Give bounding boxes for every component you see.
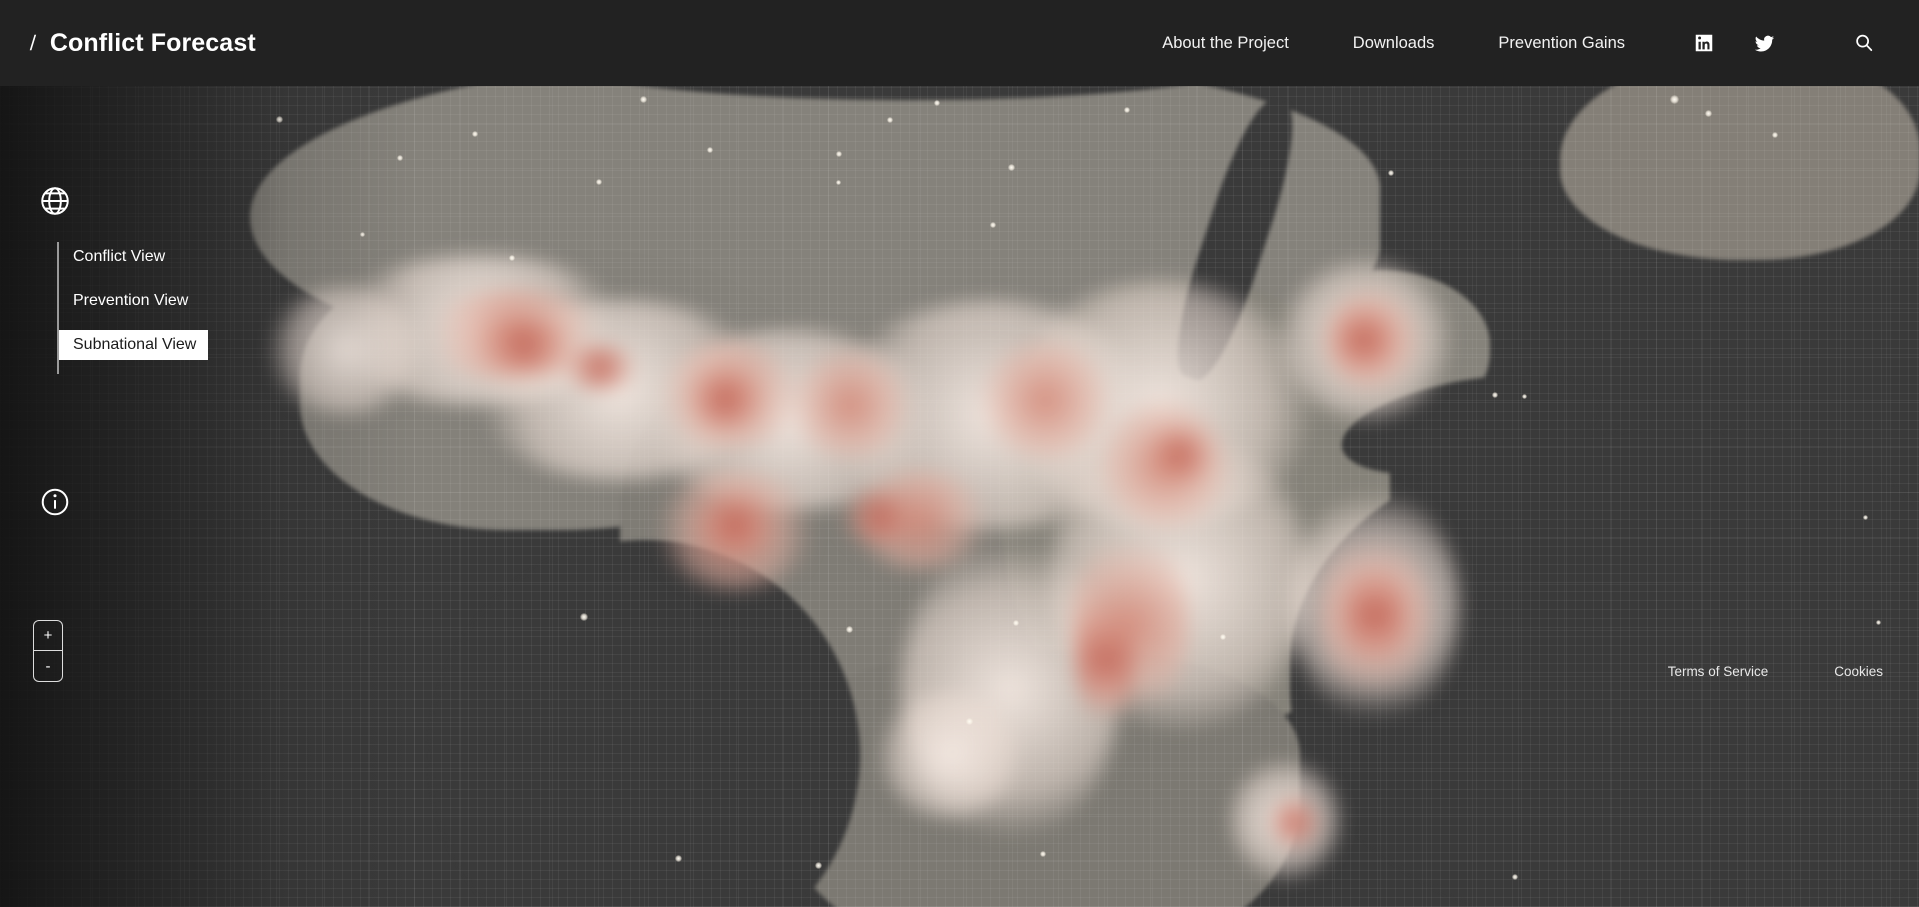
nav-downloads[interactable]: Downloads bbox=[1353, 26, 1435, 61]
logo-slash-icon: / bbox=[29, 31, 37, 55]
main-navigation: About the Project Downloads Prevention G… bbox=[1162, 26, 1919, 61]
map-zoom-controls: + - bbox=[33, 620, 63, 682]
site-header: / Conflict Forecast About the Project Do… bbox=[0, 0, 1919, 86]
zoom-out-button[interactable]: - bbox=[34, 651, 62, 681]
search-icon[interactable] bbox=[1847, 26, 1881, 60]
view-selector: Conflict View Prevention View Subnationa… bbox=[57, 242, 209, 374]
twitter-icon[interactable] bbox=[1749, 28, 1779, 58]
cookies-link[interactable]: Cookies bbox=[1834, 664, 1883, 679]
app-root: / Conflict Forecast About the Project Do… bbox=[0, 0, 1919, 907]
nav-about-the-project[interactable]: About the Project bbox=[1162, 26, 1289, 61]
sidebar-item-prevention-view[interactable]: Prevention View bbox=[59, 286, 200, 316]
sidebar-item-conflict-view[interactable]: Conflict View bbox=[59, 242, 177, 272]
globe-icon[interactable] bbox=[38, 184, 72, 218]
terms-of-service-link[interactable]: Terms of Service bbox=[1668, 664, 1769, 679]
linkedin-icon[interactable] bbox=[1689, 28, 1719, 58]
sidebar-item-subnational-view[interactable]: Subnational View bbox=[59, 330, 209, 360]
nav-prevention-gains[interactable]: Prevention Gains bbox=[1498, 26, 1625, 61]
zoom-in-button[interactable]: + bbox=[34, 621, 62, 651]
footer-links: Terms of Service Cookies bbox=[1668, 664, 1883, 679]
page-title: Conflict Forecast bbox=[49, 28, 256, 57]
info-icon[interactable] bbox=[39, 486, 71, 518]
brand[interactable]: / Conflict Forecast bbox=[30, 29, 256, 58]
map-sidebar: Conflict View Prevention View Subnationa… bbox=[0, 86, 300, 907]
